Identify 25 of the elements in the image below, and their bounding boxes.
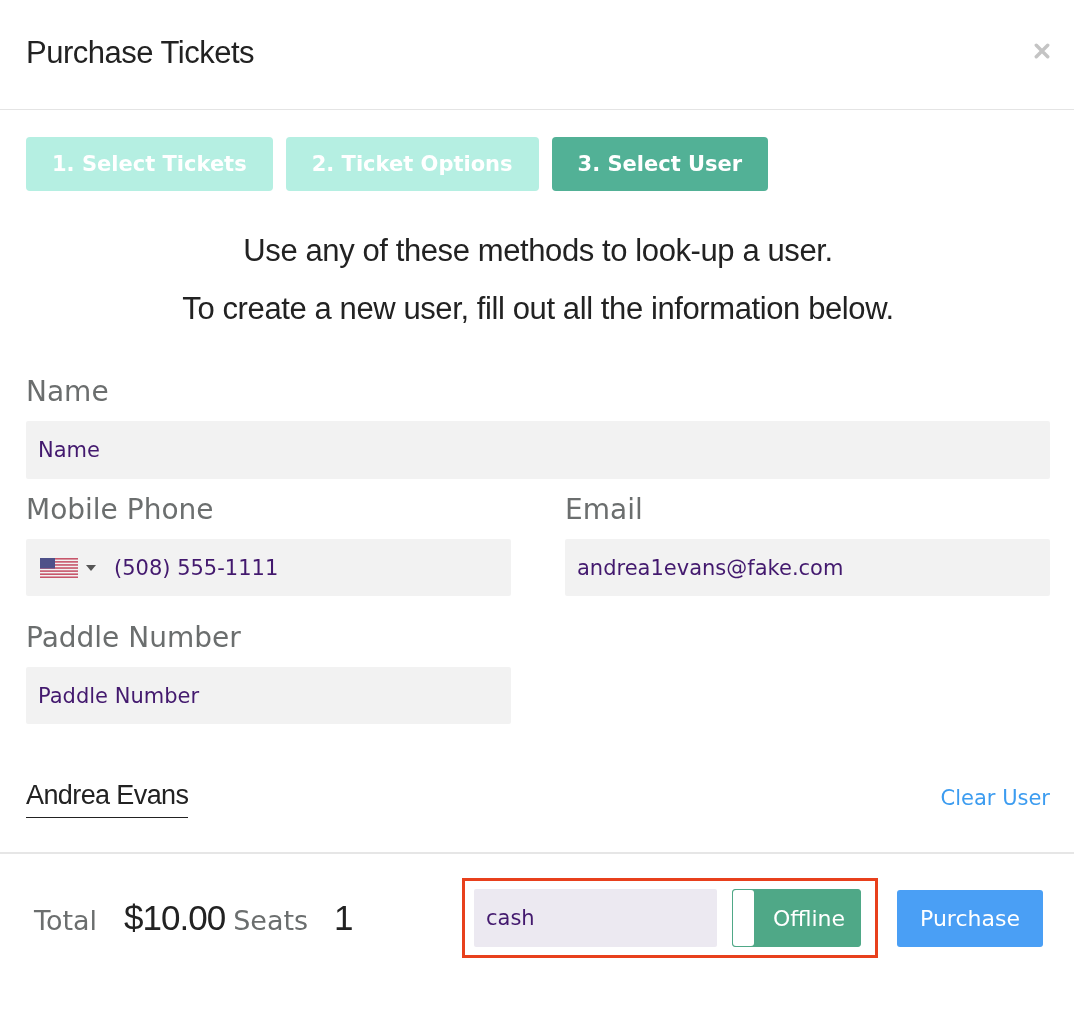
caret-icon (86, 564, 96, 571)
toggle-knob-icon (733, 890, 754, 946)
email-field[interactable]: andrea1evans@fake.com (565, 539, 1050, 596)
seats-count: 1 (334, 898, 353, 938)
offline-toggle[interactable]: Offline (732, 889, 861, 947)
instruction-text: To create a new user, fill out all the information below. (182, 290, 894, 328)
step-tab[interactable]: 3. Select User (551, 137, 769, 191)
clear-user-link[interactable]: Clear User (940, 785, 1050, 810)
flag-icon (40, 557, 78, 578)
field-label: Email (565, 493, 643, 527)
payment-method-field[interactable]: cash (474, 889, 717, 947)
country-select[interactable] (26, 539, 114, 596)
paddle-number-field[interactable]: Paddle Number (26, 667, 511, 724)
seats-label: Seats (233, 905, 309, 936)
phone-field[interactable]: (508) 555-1111 (114, 539, 511, 596)
name-field[interactable]: Name (26, 421, 1050, 479)
total-label: Total (34, 905, 98, 936)
field-label: Name (26, 375, 109, 409)
purchase-button[interactable]: Purchase (897, 889, 1043, 947)
user-name-heading: Andrea Evans (26, 777, 189, 818)
field-label: Paddle Number (26, 621, 241, 655)
instruction-text: Use any of these methods to look-up a user. (243, 232, 833, 270)
field-label: Mobile Phone (26, 493, 214, 527)
modal-title: Purchase Tickets (26, 34, 255, 72)
total-amount: $10.00 (124, 898, 226, 938)
